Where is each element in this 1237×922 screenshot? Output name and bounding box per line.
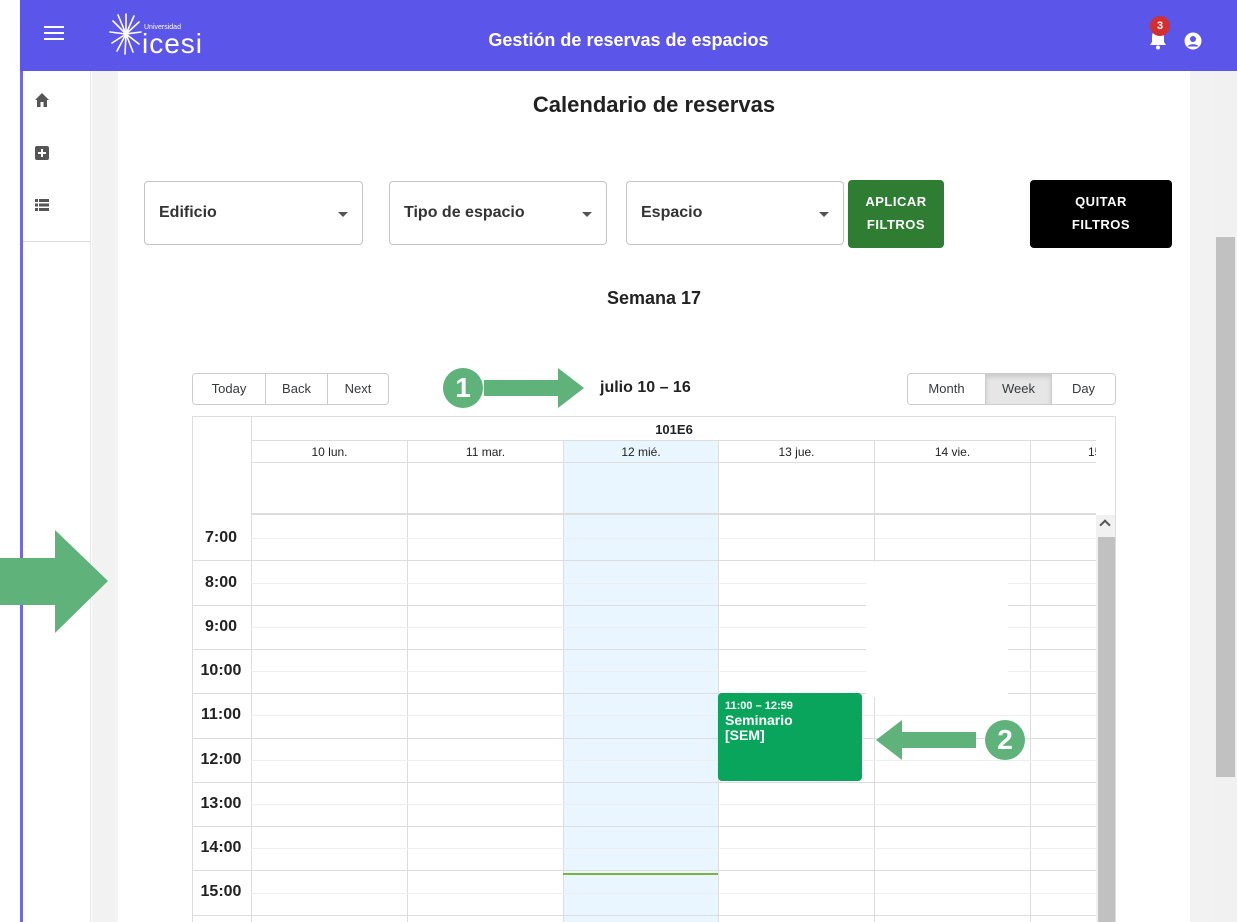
- time-label: 7:00: [204, 529, 238, 546]
- chevron-down-icon: [338, 212, 348, 217]
- side-navigation: [23, 71, 91, 922]
- content-gutter-right: [1190, 71, 1214, 922]
- half-hour-line: [251, 848, 1096, 849]
- calendar-view-buttons: Month Week Day: [907, 373, 1116, 405]
- grid-line: [251, 441, 252, 922]
- half-hour-line: [251, 893, 1096, 894]
- space-select[interactable]: Espacio: [626, 181, 844, 245]
- hour-line: [193, 915, 1096, 916]
- clear-filters-label-2: FILTROS: [1071, 217, 1131, 232]
- time-label: 15:00: [200, 883, 242, 900]
- day-header[interactable]: 10 lun.: [251, 441, 407, 463]
- view-week-button[interactable]: Week: [986, 374, 1052, 404]
- time-label: 8:00: [204, 574, 238, 591]
- time-label: 11:00: [200, 706, 242, 723]
- all-day-row[interactable]: [251, 463, 1096, 515]
- calendar-scrollbar-thumb[interactable]: [1098, 537, 1115, 922]
- home-icon[interactable]: [33, 91, 51, 109]
- grid-line: [718, 441, 719, 922]
- resource-header: 101E6: [251, 417, 1096, 441]
- calendar-scrollbar[interactable]: [1096, 515, 1115, 922]
- half-hour-line: [251, 715, 1096, 716]
- space-type-select[interactable]: Tipo de espacio: [389, 181, 607, 245]
- hour-line: [193, 870, 1096, 871]
- hour-line: [193, 826, 1096, 827]
- chevron-down-icon: [582, 212, 592, 217]
- day-header[interactable]: 13 jue.: [718, 441, 874, 463]
- clear-filters-label-1: QUITAR: [1075, 194, 1127, 209]
- view-month-button[interactable]: Month: [908, 374, 986, 404]
- content-gutter-left: [92, 71, 118, 922]
- calendar-event[interactable]: 11:00 – 12:59 Seminario [SEM]: [718, 693, 862, 781]
- marker-2-badge: 2: [985, 720, 1025, 760]
- building-select-label: Edificio: [159, 204, 217, 221]
- app-title: Gestión de reservas de espacios: [488, 30, 769, 50]
- hour-line: [193, 782, 1096, 783]
- calendar-nav-buttons: Today Back Next: [192, 373, 389, 405]
- apply-filters-label-1: APLICAR: [865, 194, 927, 209]
- chevron-down-icon: [819, 212, 829, 217]
- day-header[interactable]: 12 mié.: [563, 441, 718, 463]
- time-label: 10:00: [200, 662, 242, 679]
- page-title: Calendario de reservas: [532, 92, 776, 117]
- week-label: Semana 17: [606, 288, 702, 308]
- apply-filters-button[interactable]: APLICAR FILTROS: [848, 180, 944, 248]
- right-arrow-icon: [484, 368, 584, 408]
- half-hour-line: [251, 760, 1096, 761]
- clear-filters-button[interactable]: QUITAR FILTROS: [1030, 180, 1172, 248]
- page-scrollbar-thumb[interactable]: [1216, 237, 1235, 777]
- event-time: 11:00 – 12:59: [725, 700, 793, 712]
- scroll-up-icon[interactable]: [1099, 519, 1111, 531]
- app-window: Universidad icesi Gestión de reservas de…: [0, 0, 1237, 922]
- page-scrollbar[interactable]: [1214, 71, 1237, 922]
- building-select[interactable]: Edificio: [144, 181, 363, 245]
- day-header[interactable]: 14 vie.: [874, 441, 1030, 463]
- next-button[interactable]: Next: [328, 374, 388, 404]
- grid-line: [407, 441, 408, 922]
- event-title-line2: [SEM]: [725, 727, 765, 743]
- top-bar: Universidad icesi Gestión de reservas de…: [20, 0, 1237, 71]
- half-hour-line: [251, 804, 1096, 805]
- time-label: 14:00: [200, 839, 242, 856]
- date-range-label: julio 10 – 16: [600, 379, 691, 396]
- hour-line: [193, 560, 1096, 561]
- grid-line: [563, 441, 564, 922]
- time-label: 12:00: [200, 751, 242, 768]
- half-hour-line: [251, 538, 1096, 539]
- space-select-label: Espacio: [641, 204, 703, 221]
- space-type-select-label: Tipo de espacio: [404, 204, 525, 221]
- notification-badge: 3: [1150, 16, 1170, 36]
- current-time-indicator: [563, 873, 718, 875]
- day-header[interactable]: 15 sáb.: [1030, 441, 1096, 463]
- marker-1-badge: 1: [443, 368, 483, 408]
- time-label: 9:00: [204, 618, 238, 635]
- apply-filters-label-2: FILTROS: [866, 217, 926, 232]
- day-header[interactable]: 11 mar.: [407, 441, 563, 463]
- side-nav-divider: [23, 241, 91, 242]
- list-icon[interactable]: [33, 196, 51, 214]
- blank-overlay: [866, 562, 1008, 697]
- add-box-icon[interactable]: [33, 144, 51, 162]
- user-account-icon[interactable]: [1184, 32, 1202, 50]
- today-button[interactable]: Today: [193, 374, 266, 404]
- grid-line: [1030, 441, 1031, 922]
- view-day-button[interactable]: Day: [1052, 374, 1115, 404]
- time-label: 13:00: [200, 795, 242, 812]
- event-title-line1: Seminario: [725, 712, 793, 728]
- left-arrow-icon: [876, 720, 976, 760]
- big-right-arrow-icon: [0, 530, 108, 633]
- back-button[interactable]: Back: [266, 374, 328, 404]
